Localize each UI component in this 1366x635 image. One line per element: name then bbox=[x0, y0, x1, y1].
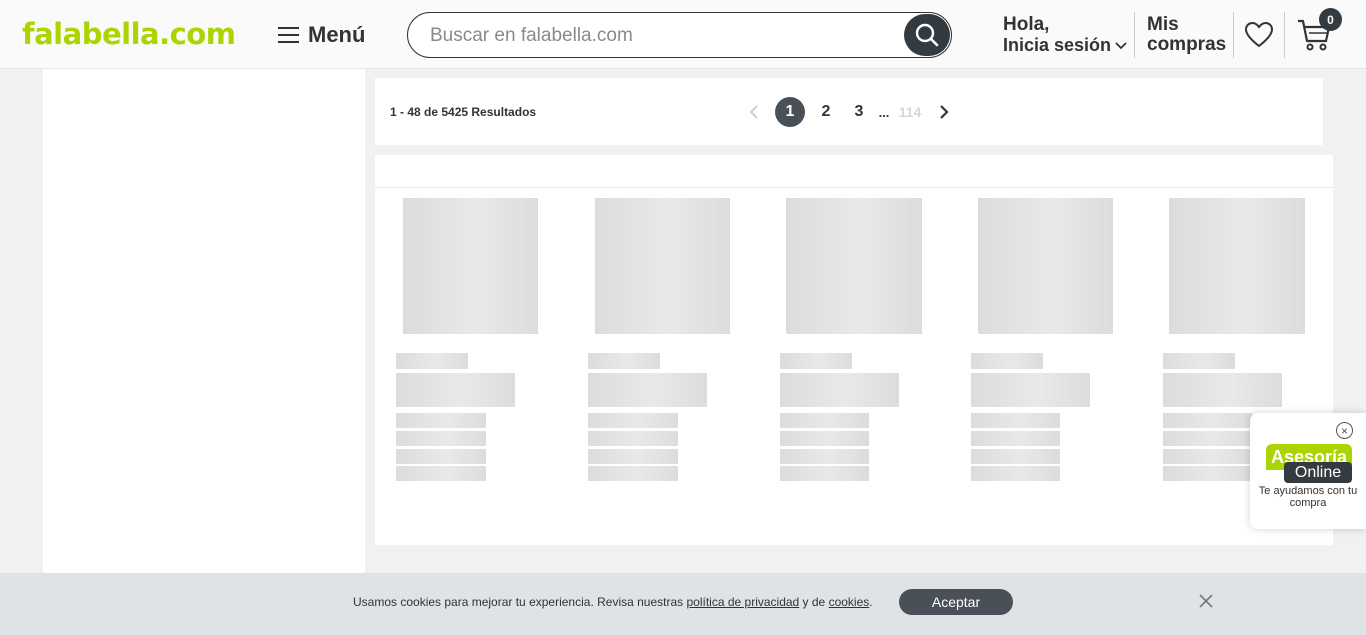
close-icon bbox=[1199, 594, 1213, 608]
text-placeholder bbox=[971, 373, 1090, 407]
header: falabella.com Menú Hola, Inicia sesión M… bbox=[0, 0, 1366, 69]
text-placeholder bbox=[1163, 466, 1252, 481]
page-ellipsis: ... bbox=[878, 104, 890, 120]
hamburger-icon bbox=[278, 26, 299, 44]
text-placeholder bbox=[1163, 449, 1252, 464]
close-icon[interactable]: × bbox=[1336, 422, 1353, 439]
text-placeholder bbox=[396, 466, 486, 481]
menu-label: Menú bbox=[308, 22, 366, 47]
results-count: 1 - 48 de 5425 Resultados bbox=[390, 105, 537, 119]
text-placeholder bbox=[588, 353, 660, 369]
text-placeholder bbox=[780, 413, 869, 428]
heart-icon bbox=[1244, 21, 1274, 48]
page-last-button[interactable]: 114 bbox=[895, 97, 925, 127]
menu-button[interactable]: Menú bbox=[278, 20, 365, 50]
privacy-policy-link[interactable]: política de privacidad bbox=[686, 595, 799, 609]
cookie-text-before: Usamos cookies para mejorar tu experienc… bbox=[353, 595, 687, 609]
text-placeholder bbox=[971, 466, 1060, 481]
text-placeholder bbox=[396, 449, 486, 464]
cookie-text-middle: y de bbox=[799, 595, 829, 609]
text-placeholder bbox=[1163, 413, 1252, 428]
text-placeholder bbox=[971, 431, 1060, 446]
text-placeholder bbox=[588, 413, 678, 428]
previous-page-button[interactable] bbox=[745, 97, 763, 127]
text-placeholder bbox=[1163, 373, 1282, 407]
text-placeholder bbox=[588, 449, 678, 464]
text-placeholder bbox=[396, 431, 486, 446]
results-bar: 1 - 48 de 5425 Resultados 1 2 3 ... 114 bbox=[375, 78, 1323, 145]
page-1-button[interactable]: 1 bbox=[775, 97, 805, 127]
account-menu[interactable]: Hola, Inicia sesión bbox=[1003, 14, 1127, 56]
text-placeholder bbox=[971, 449, 1060, 464]
login-link[interactable]: Inicia sesión bbox=[1003, 35, 1127, 56]
greeting-text: Hola, bbox=[1003, 14, 1050, 35]
cookie-close-button[interactable] bbox=[1198, 593, 1214, 614]
cookie-text: Usamos cookies para mejorar tu experienc… bbox=[353, 595, 873, 609]
chevron-down-icon bbox=[1115, 41, 1127, 49]
text-placeholder bbox=[780, 466, 869, 481]
image-placeholder bbox=[786, 198, 922, 334]
online-advice-widget[interactable]: × Asesoría Online Te ayudamos con tu com… bbox=[1250, 413, 1366, 529]
text-placeholder bbox=[396, 353, 468, 369]
cart-count-badge: 0 bbox=[1319, 8, 1342, 31]
text-placeholder bbox=[396, 373, 515, 407]
text-placeholder bbox=[1163, 431, 1252, 446]
orders-line-2: compras bbox=[1147, 34, 1227, 55]
search-bar bbox=[407, 12, 952, 58]
image-placeholder bbox=[403, 198, 538, 334]
chevron-right-icon bbox=[940, 105, 949, 119]
search-button[interactable] bbox=[904, 14, 950, 56]
text-placeholder bbox=[396, 413, 486, 428]
search-input[interactable] bbox=[430, 23, 900, 49]
text-placeholder bbox=[780, 373, 899, 407]
text-placeholder bbox=[780, 431, 869, 446]
header-divider bbox=[1284, 12, 1285, 58]
image-placeholder bbox=[1169, 198, 1305, 334]
accept-cookies-button[interactable]: Aceptar bbox=[899, 589, 1013, 615]
text-placeholder bbox=[780, 353, 852, 369]
falabella-logo[interactable]: falabella.com bbox=[22, 16, 236, 52]
products-grid bbox=[375, 155, 1333, 545]
text-placeholder bbox=[588, 431, 678, 446]
orders-line-1: Mis bbox=[1147, 14, 1179, 35]
next-page-button[interactable] bbox=[935, 97, 953, 127]
header-divider bbox=[1233, 12, 1234, 58]
cookie-banner: Usamos cookies para mejorar tu experienc… bbox=[0, 573, 1366, 635]
text-placeholder bbox=[588, 373, 707, 407]
text-placeholder bbox=[971, 413, 1060, 428]
header-divider bbox=[1134, 12, 1135, 58]
wishlist-button[interactable] bbox=[1244, 21, 1274, 54]
text-placeholder bbox=[780, 449, 869, 464]
page-3-button[interactable]: 3 bbox=[849, 97, 869, 127]
my-orders-link[interactable]: Mis compras bbox=[1147, 15, 1226, 55]
cookies-link[interactable]: cookies bbox=[829, 595, 870, 609]
cookie-text-after: . bbox=[869, 595, 873, 609]
filters-sidebar bbox=[43, 69, 365, 573]
page-2-button[interactable]: 2 bbox=[816, 97, 836, 127]
text-placeholder bbox=[1163, 353, 1235, 369]
chevron-left-icon bbox=[749, 105, 758, 119]
chat-subtitle: Online bbox=[1284, 462, 1352, 483]
login-label: Inicia sesión bbox=[1003, 35, 1112, 55]
products-divider bbox=[375, 187, 1333, 188]
text-placeholder bbox=[971, 353, 1043, 369]
image-placeholder bbox=[978, 198, 1113, 334]
chat-text: Te ayudamos con tu compra bbox=[1258, 485, 1358, 509]
text-placeholder bbox=[588, 466, 678, 481]
image-placeholder bbox=[595, 198, 730, 334]
search-icon bbox=[915, 23, 939, 47]
